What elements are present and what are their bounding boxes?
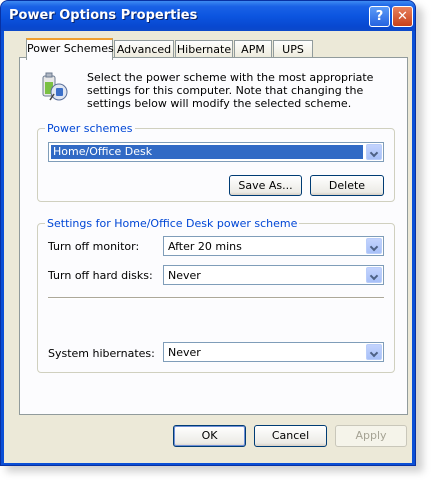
power-scheme-select[interactable]: Home/Office Desk — [48, 142, 384, 162]
turn-off-hard-disks-value: Never — [168, 269, 201, 282]
cancel-button[interactable]: Cancel — [254, 425, 327, 447]
turn-off-monitor-label: Turn off monitor: — [48, 240, 140, 253]
chevron-down-icon[interactable] — [366, 144, 382, 160]
power-options-icon — [37, 70, 71, 104]
turn-off-hard-disks-label: Turn off hard disks: — [48, 269, 153, 282]
help-button[interactable]: ? — [369, 6, 390, 27]
tab-power-schemes[interactable]: Power Schemes — [26, 38, 114, 60]
intro-text: Select the power scheme with the most ap… — [87, 71, 374, 110]
turn-off-monitor-select[interactable]: After 20 mins — [163, 236, 384, 256]
save-as-button[interactable]: Save As... — [229, 175, 302, 196]
turn-off-monitor-value: After 20 mins — [168, 240, 242, 253]
apply-button[interactable]: Apply — [335, 425, 407, 447]
chevron-down-icon[interactable] — [366, 238, 382, 254]
delete-button[interactable]: Delete — [310, 175, 384, 196]
title-bar[interactable]: Power Options Properties ? ✕ — [1, 1, 415, 31]
power-scheme-value: Home/Office Desk — [51, 145, 363, 159]
turn-off-hard-disks-select[interactable]: Never — [163, 265, 384, 285]
system-hibernates-label: System hibernates: — [48, 347, 155, 360]
separator — [48, 297, 384, 299]
power-schemes-group-title: Power schemes — [45, 122, 135, 135]
chevron-down-icon[interactable] — [366, 344, 382, 360]
close-button[interactable]: ✕ — [392, 6, 413, 27]
system-hibernates-select[interactable]: Never — [163, 342, 384, 362]
ok-button[interactable]: OK — [173, 425, 246, 447]
system-hibernates-value: Never — [168, 346, 201, 359]
settings-group-title: Settings for Home/Office Desk power sche… — [45, 217, 300, 230]
window-title: Power Options Properties — [9, 8, 198, 23]
chevron-down-icon[interactable] — [366, 267, 382, 283]
